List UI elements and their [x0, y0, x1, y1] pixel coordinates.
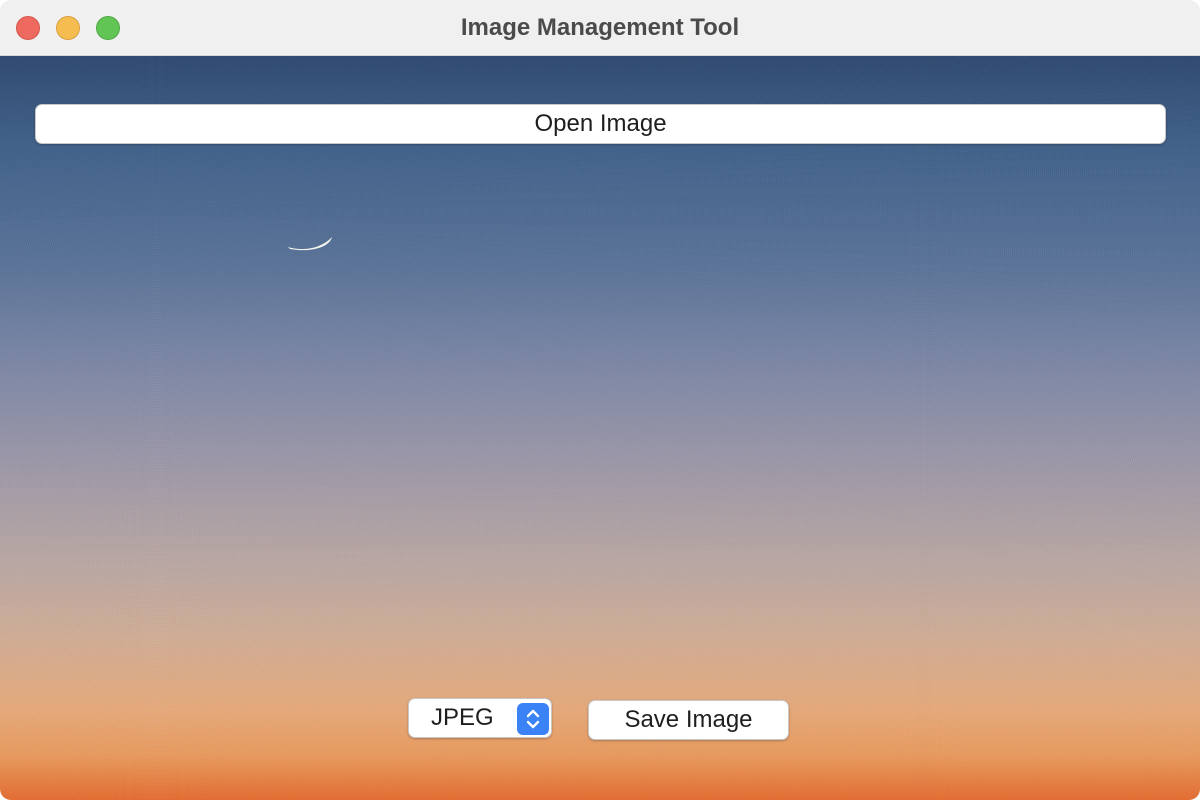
image-grain	[0, 56, 1200, 800]
chevron-up-down-icon[interactable]	[517, 703, 549, 735]
window-title: Image Management Tool	[460, 14, 740, 41]
save-image-button[interactable]: Save Image	[588, 700, 789, 740]
app-window: Image Management Tool Open Image JPEG Sa…	[0, 0, 1200, 800]
open-image-button[interactable]: Open Image	[35, 104, 1166, 144]
format-selected-value: JPEG	[431, 704, 494, 731]
crescent-moon-icon	[288, 237, 332, 251]
image-preview-area: Open Image JPEG Save Image	[0, 56, 1200, 800]
format-select[interactable]: JPEG	[408, 698, 552, 738]
title-bar[interactable]: Image Management Tool	[0, 0, 1200, 56]
